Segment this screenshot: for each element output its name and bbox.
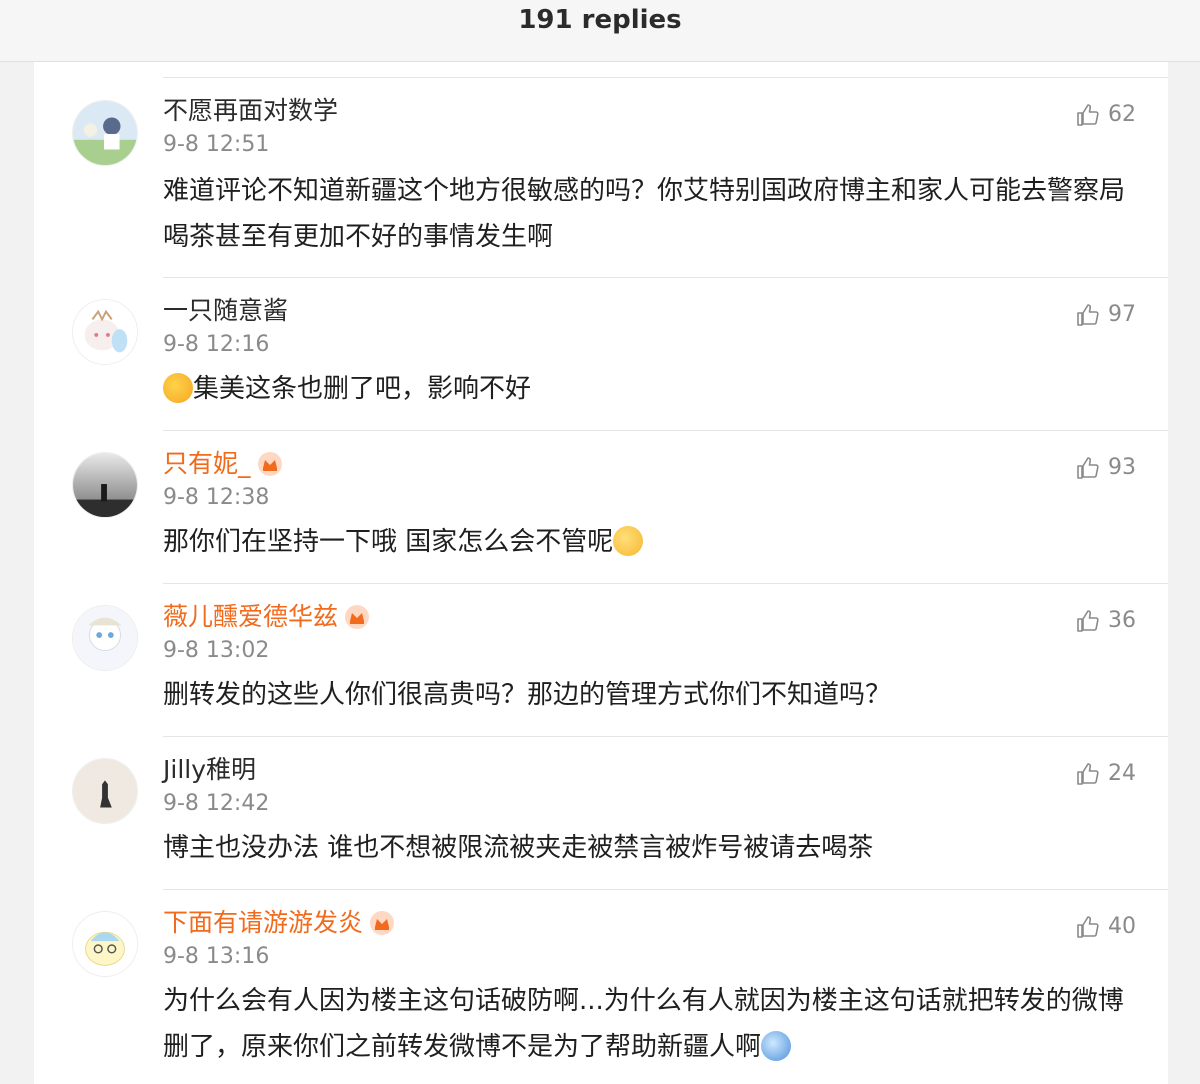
- comment-text: 删转发的这些人你们很高贵吗？那边的管理方式你们不知道吗？: [163, 680, 892, 710]
- username[interactable]: 不愿再面对数学: [163, 96, 338, 126]
- replies-count-title: 191 replies: [518, 4, 682, 35]
- vip-crown-icon: [370, 911, 395, 935]
- avatar[interactable]: [72, 911, 138, 977]
- username[interactable]: 薇儿醺爱德华兹: [163, 602, 370, 632]
- thumbs-up-icon: [1077, 456, 1099, 479]
- like-count: 40: [1108, 914, 1136, 939]
- thumbs-up-icon: [1077, 103, 1099, 126]
- shocked-face-emoji: [761, 1031, 792, 1061]
- username[interactable]: 一只随意酱: [163, 296, 288, 326]
- thinking-face-emoji: [163, 373, 193, 403]
- thumbs-up-icon: [1077, 762, 1099, 785]
- like-count: 97: [1108, 302, 1136, 327]
- comment-time: 9-8 13:16: [163, 944, 270, 969]
- like-button[interactable]: 24: [1076, 761, 1136, 786]
- avatar[interactable]: [72, 605, 138, 671]
- divider: [163, 889, 1168, 890]
- top-bar: 191 replies: [0, 0, 1200, 62]
- username[interactable]: Jilly稚明: [163, 755, 256, 785]
- avatar[interactable]: [72, 299, 138, 365]
- divider: [163, 77, 1168, 78]
- thumbs-up-icon: [1077, 609, 1099, 632]
- comment-text: 为什么会有人因为楼主这句话破防啊...为什么有人就因为楼主这句话就把转发的微博删…: [163, 986, 1124, 1062]
- thumbs-up-icon: [1077, 915, 1099, 938]
- avatar[interactable]: [72, 452, 138, 518]
- thumbs-up-icon: [1077, 303, 1099, 326]
- like-count: 62: [1108, 102, 1136, 127]
- avatar[interactable]: [72, 758, 138, 824]
- like-count: 36: [1108, 608, 1136, 633]
- like-count: 24: [1108, 761, 1136, 786]
- username[interactable]: 下面有请游游发炎: [163, 908, 395, 938]
- like-count: 93: [1108, 455, 1136, 480]
- comment-text: 博主也没办法 谁也不想被限流被夹走被禁言被炸号被请去喝茶: [163, 833, 874, 863]
- comment-time: 9-8 12:51: [163, 132, 270, 157]
- divider: [163, 430, 1168, 431]
- comment-text: 集美这条也删了吧，影响不好: [163, 366, 1148, 412]
- divider: [163, 277, 1168, 278]
- comment-time: 9-8 12:38: [163, 485, 270, 510]
- comment-time: 9-8 13:02: [163, 638, 270, 663]
- divider: [163, 736, 1168, 737]
- comment-time: 9-8 12:42: [163, 791, 270, 816]
- comment-text: 那你们在坚持一下哦 国家怎么会不管呢: [163, 519, 1148, 565]
- vip-crown-icon: [257, 452, 282, 476]
- comment-list: 不愿再面对数学 9-8 12:51 62 难道评论不知道新疆这个地方很敏感的吗？…: [34, 62, 1168, 1084]
- divider: [163, 583, 1168, 584]
- like-button[interactable]: 40: [1076, 914, 1136, 939]
- avatar[interactable]: [72, 100, 138, 166]
- comment-time: 9-8 12:16: [163, 332, 270, 357]
- username[interactable]: 只有妮_: [163, 449, 283, 479]
- like-button[interactable]: 62: [1076, 102, 1136, 127]
- like-button[interactable]: 97: [1076, 302, 1136, 327]
- flower-face-emoji: [613, 526, 644, 556]
- comment-text: 难道评论不知道新疆这个地方很敏感的吗？你艾特别国政府博主和家人可能去警察局喝茶甚…: [163, 176, 1126, 252]
- like-button[interactable]: 93: [1076, 455, 1136, 480]
- like-button[interactable]: 36: [1076, 608, 1136, 633]
- vip-crown-icon: [345, 605, 370, 629]
